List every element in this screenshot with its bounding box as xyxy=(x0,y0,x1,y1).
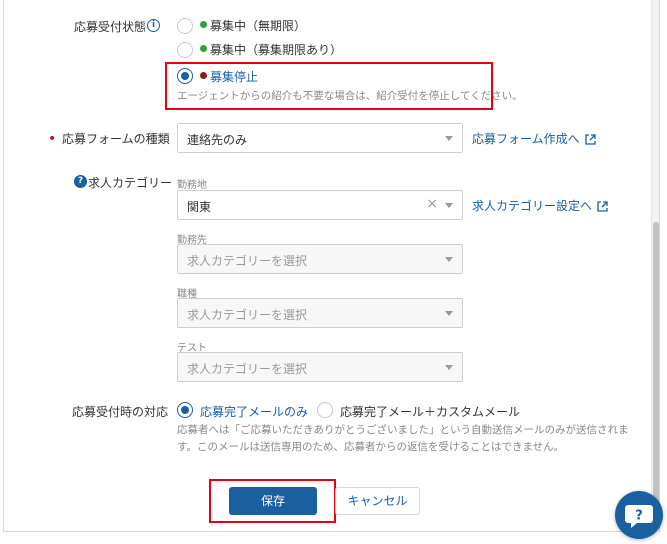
scrollbar[interactable] xyxy=(651,0,659,532)
chevron-down-icon xyxy=(445,203,453,208)
category-test-select[interactable]: 求人カテゴリーを選択 xyxy=(177,352,463,382)
info-icon[interactable]: i xyxy=(147,19,160,32)
form-type-value: 連絡先のみ xyxy=(187,133,248,147)
category-workplace-placeholder: 求人カテゴリーを選択 xyxy=(187,254,308,268)
response-note-line1: 応募者へは「ご応募いただきありがとうございました」という自動送信メールのみが送信… xyxy=(177,424,629,436)
status-radio-open-unlimited[interactable] xyxy=(177,18,193,34)
chevron-down-icon xyxy=(445,311,453,316)
category-location-value: 関東 xyxy=(187,200,212,214)
response-option-custom[interactable]: 応募完了メール＋カスタムメール xyxy=(340,403,520,420)
stop-hint: エージェントからの紹介も不要な場合は、紹介受付を停止してください。 xyxy=(177,90,523,102)
chat-support-button[interactable]: ? xyxy=(615,491,663,539)
form-type-select[interactable]: 連絡先のみ xyxy=(177,123,463,153)
help-icon[interactable]: ? xyxy=(74,175,87,188)
svg-text:?: ? xyxy=(635,509,643,524)
status-option-stopped[interactable]: 募集停止 xyxy=(210,68,258,85)
category-test-placeholder: 求人カテゴリーを選択 xyxy=(187,362,308,376)
response-radio-custom[interactable] xyxy=(317,402,333,418)
status-dot-green-icon xyxy=(200,21,207,28)
chevron-down-icon xyxy=(445,136,453,141)
status-radio-stopped[interactable] xyxy=(177,68,193,84)
category-jobtype-placeholder: 求人カテゴリーを選択 xyxy=(187,308,308,322)
category-settings-link-text: 求人カテゴリー設定へ xyxy=(472,199,593,213)
form-create-link[interactable]: 応募フォーム作成へ xyxy=(472,130,596,147)
form-create-link-text: 応募フォーム作成へ xyxy=(472,132,580,146)
chevron-down-icon xyxy=(445,257,453,262)
scrollbar-thumb[interactable] xyxy=(653,222,659,522)
required-mark: • xyxy=(48,131,57,147)
response-note-line2: す。このメールは送信専用のため、応募者からの返信を受けることはできません。 xyxy=(177,441,565,453)
status-dot-red-icon xyxy=(200,72,207,79)
category-location-select[interactable]: 関東 × xyxy=(177,190,463,220)
external-link-icon xyxy=(585,134,596,145)
chat-bubble-icon: ? xyxy=(625,505,653,528)
chevron-down-icon xyxy=(445,365,453,370)
clear-icon[interactable]: × xyxy=(426,196,438,212)
category-workplace-select[interactable]: 求人カテゴリーを選択 xyxy=(177,244,463,274)
status-dot-green-icon xyxy=(200,45,207,52)
response-label: 応募受付時の対応 xyxy=(72,405,169,419)
category-location-label: 勤務地 xyxy=(177,180,207,191)
status-option-open-unlimited[interactable]: 募集中（無期限） xyxy=(210,17,306,34)
response-option-mail-only[interactable]: 応募完了メールのみ xyxy=(200,403,308,420)
job-category-label: 求人カテゴリー xyxy=(88,176,173,190)
status-radio-open-deadline[interactable] xyxy=(177,42,193,58)
save-button[interactable]: 保存 xyxy=(229,487,317,515)
category-jobtype-select[interactable]: 求人カテゴリーを選択 xyxy=(177,298,463,328)
form-type-label: 応募フォームの種類 xyxy=(62,132,170,146)
status-option-open-deadline[interactable]: 募集中（募集期限あり） xyxy=(210,41,342,58)
cancel-button[interactable]: キャンセル xyxy=(335,487,420,515)
external-link-icon xyxy=(597,201,608,212)
response-radio-mail-only[interactable] xyxy=(177,402,193,418)
status-label: 応募受付状態 xyxy=(74,20,147,34)
category-settings-link[interactable]: 求人カテゴリー設定へ xyxy=(472,197,608,214)
